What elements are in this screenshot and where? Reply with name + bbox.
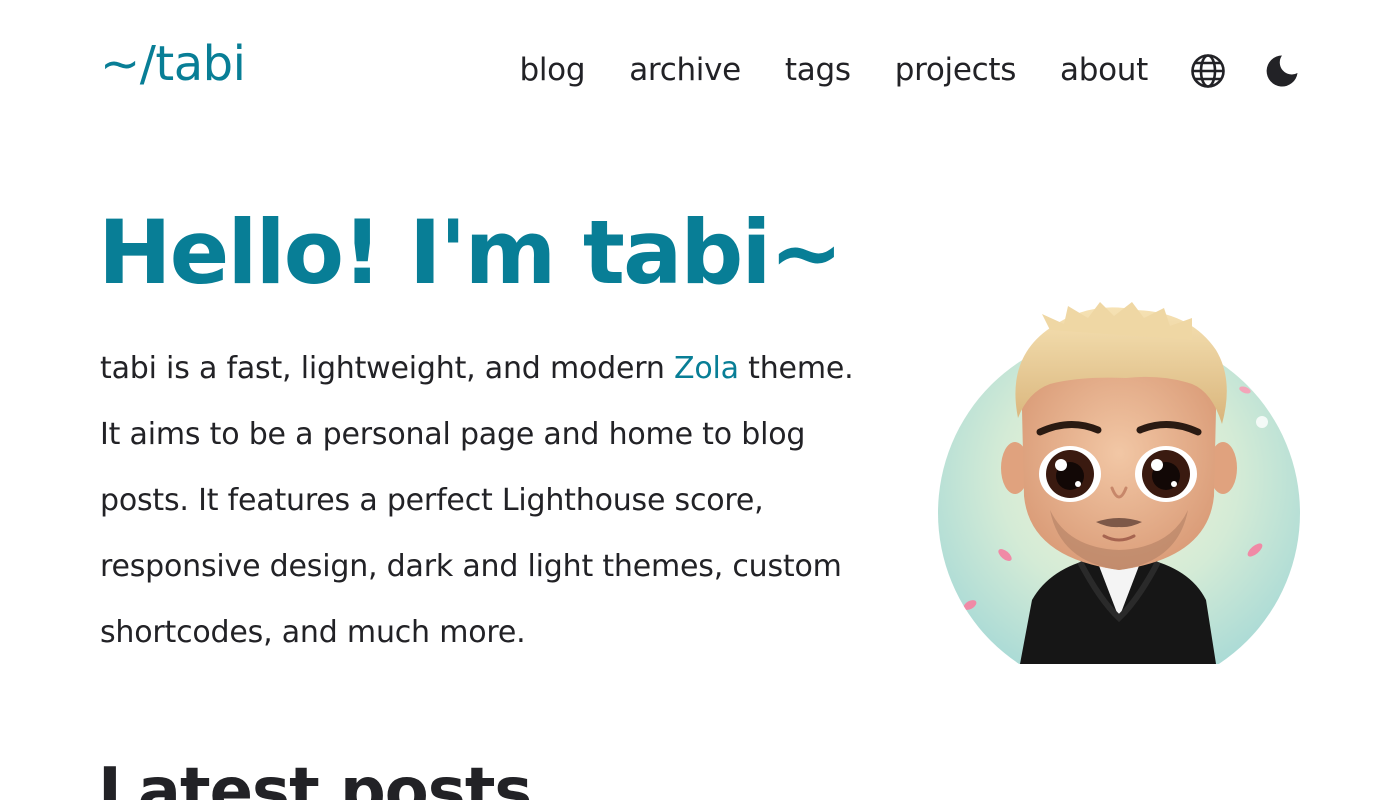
- nav-link-blog[interactable]: blog: [519, 52, 585, 89]
- globe-icon[interactable]: [1190, 53, 1226, 89]
- nav-link-tags[interactable]: tags: [785, 52, 851, 89]
- avatar: [900, 300, 1330, 664]
- hero-text-intro: tabi is a fast, lightweight, and modern: [100, 351, 675, 386]
- latest-posts-heading: Latest posts: [98, 755, 532, 800]
- moon-icon[interactable]: [1264, 53, 1300, 89]
- nav-link-archive[interactable]: archive: [629, 52, 741, 89]
- hero-text-rest: theme. It aims to be a personal page and…: [100, 351, 854, 650]
- nav-link-about[interactable]: about: [1060, 52, 1148, 89]
- zola-link[interactable]: Zola: [674, 351, 739, 386]
- nav-link-projects[interactable]: projects: [895, 52, 1017, 89]
- hero-title: Hello! I'm tabi~: [98, 201, 843, 304]
- page: ~/tabi blog archive tags projects about: [0, 0, 1400, 800]
- site-title-link[interactable]: ~/tabi: [100, 36, 246, 94]
- hero-description: tabi is a fast, lightweight, and modern …: [100, 336, 880, 666]
- main-nav: blog archive tags projects about: [519, 52, 1300, 89]
